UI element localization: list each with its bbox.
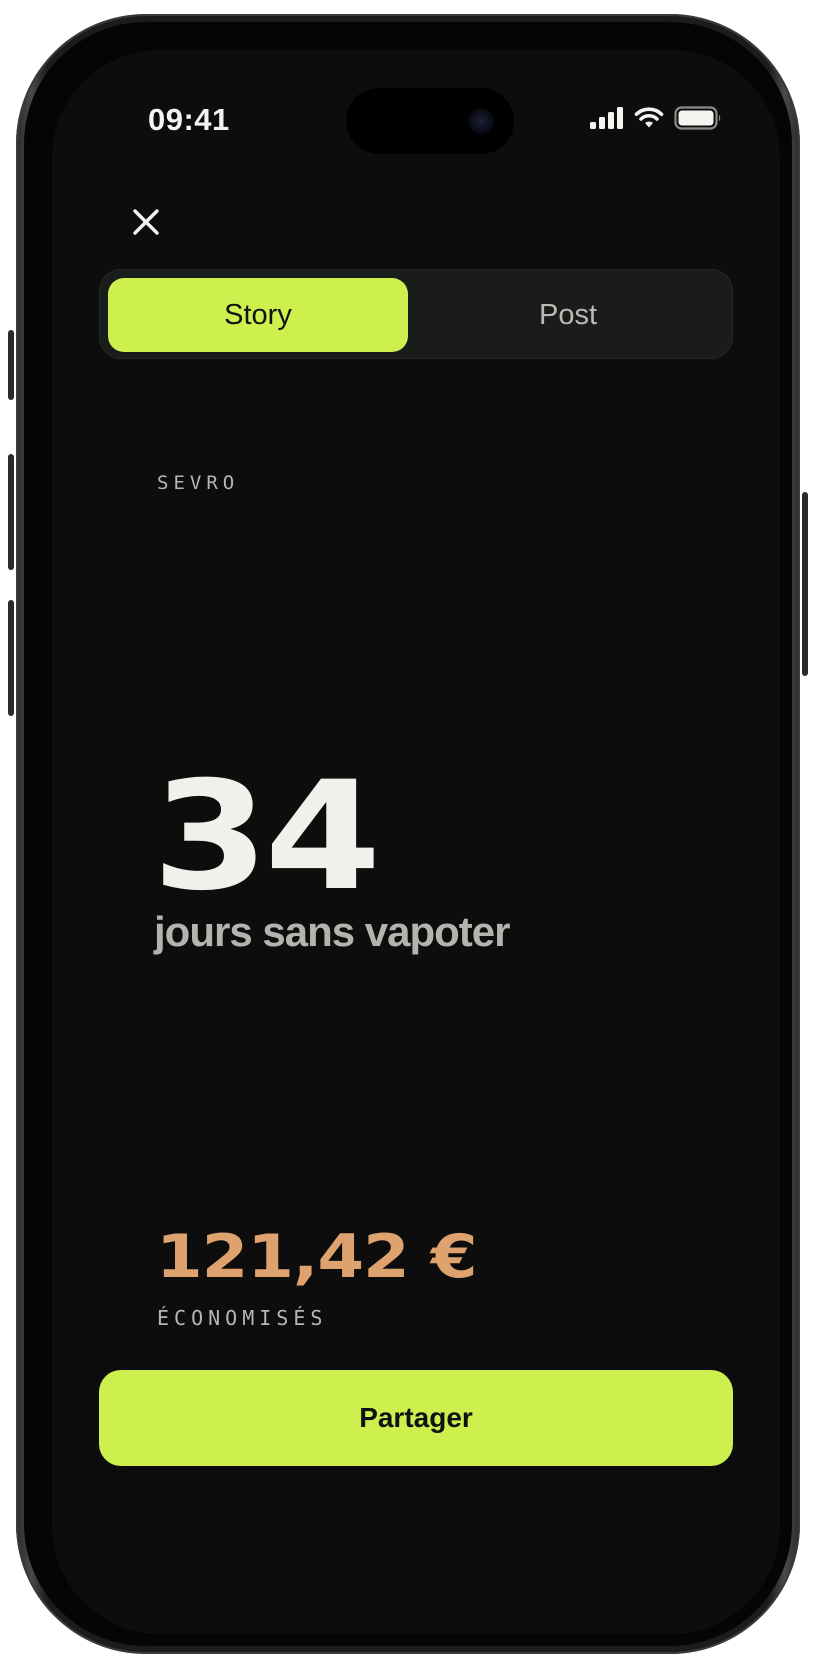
tab-story[interactable]: Story: [108, 278, 408, 352]
days-count: 34: [152, 750, 381, 924]
savings-label: ÉCONOMISÉS: [157, 1306, 328, 1330]
power-button: [802, 492, 808, 676]
camera-icon: [468, 108, 494, 134]
close-button[interactable]: [124, 200, 168, 244]
savings-amount: 121,42 €: [156, 1222, 478, 1292]
screen: 09:41 Story Post SEVRO 34 jours sans vap…: [52, 50, 780, 1634]
dynamic-island: [346, 88, 514, 154]
share-button[interactable]: Partager: [99, 1370, 733, 1466]
phone-frame: 09:41 Story Post SEVRO 34 jours sans vap…: [8, 14, 808, 1654]
status-time: 09:41: [148, 102, 230, 137]
battery-icon: [674, 106, 721, 130]
volume-down-button: [8, 600, 14, 716]
bezel: 09:41 Story Post SEVRO 34 jours sans vap…: [24, 22, 792, 1646]
days-label: jours sans vapoter: [154, 908, 510, 955]
tab-post[interactable]: Post: [418, 278, 718, 352]
close-icon: [133, 209, 159, 235]
action-button: [8, 330, 14, 400]
format-segmented-control: Story Post: [99, 269, 733, 359]
cellular-signal-icon: [590, 107, 623, 129]
volume-up-button: [8, 454, 14, 570]
status-icons: [590, 106, 722, 130]
wifi-icon: [634, 107, 664, 128]
brand-label: SEVRO: [157, 472, 240, 494]
